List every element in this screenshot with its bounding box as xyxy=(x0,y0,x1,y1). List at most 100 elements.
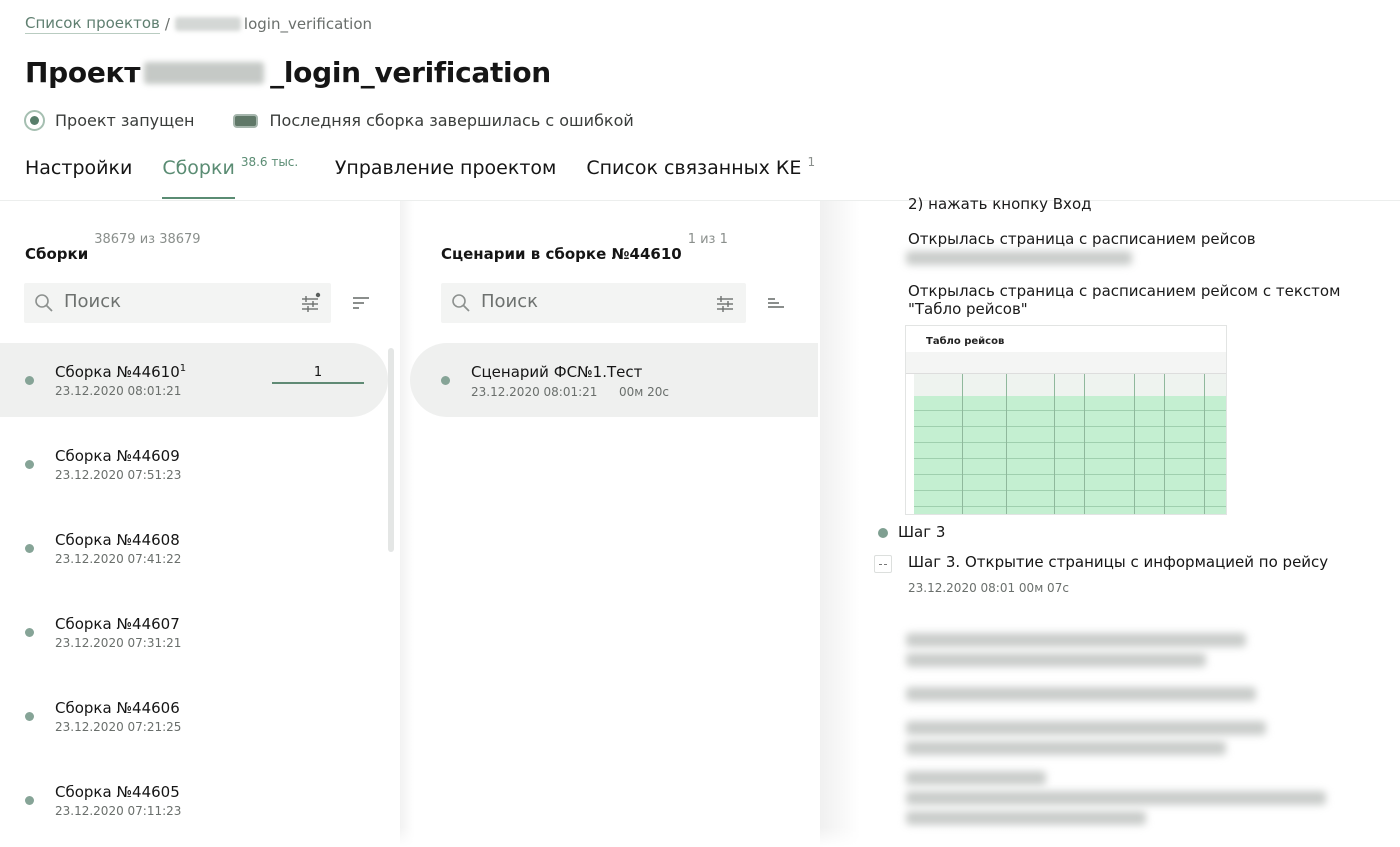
build-date: 23.12.2020 07:11:23 xyxy=(55,804,182,818)
steps-panel: 2) нажать кнопку Вход Открылась страница… xyxy=(870,195,1400,847)
build-title-text: Сборка №44610 xyxy=(55,363,180,381)
builds-search xyxy=(24,283,331,323)
scenario-title: Сценарий ФС№1.Тест xyxy=(471,363,643,381)
bottom-fade xyxy=(0,827,1400,847)
builds-search-input[interactable] xyxy=(64,291,264,312)
build-list-item[interactable]: Сборка №44606 23.12.2020 07:21:25 xyxy=(0,679,400,753)
screenshot-col-line xyxy=(1204,374,1205,514)
builds-header: Сборки 38679 из 38679 xyxy=(25,232,201,263)
scenarios-count: 1 из 1 xyxy=(687,232,728,247)
tab-label: Настройки xyxy=(25,157,133,179)
screenshot-row-line xyxy=(914,458,1226,459)
step-heading: Шаг 3. Открытие страницы с информацией п… xyxy=(908,553,1329,571)
page-title: Проект _login_verification xyxy=(25,56,551,89)
redacted-text xyxy=(906,687,1256,701)
screenshot-col-line xyxy=(1164,374,1165,514)
build-date: 23.12.2020 07:31:21 xyxy=(55,636,182,650)
build-date: 23.12.2020 07:21:25 xyxy=(55,720,182,734)
status-dot xyxy=(25,376,34,385)
scenario-list-item[interactable]: Сценарий ФС№1.Тест 23.12.2020 08:01:21 0… xyxy=(410,343,818,417)
screenshot-col-line xyxy=(1006,374,1007,514)
step-label: Шаг 3 xyxy=(898,523,946,541)
build-title: Сборка №44605 xyxy=(55,783,180,801)
screenshot-col-line xyxy=(1084,374,1085,514)
build-list-item[interactable]: Сборка №44605 23.12.2020 07:11:23 xyxy=(0,763,400,837)
screenshot-col-line xyxy=(1054,374,1055,514)
screenshot-col-line xyxy=(1134,374,1135,514)
status-dot xyxy=(25,544,34,553)
build-title: Сборка №446101 xyxy=(55,363,186,381)
redacted-text xyxy=(906,721,1266,735)
tab-badge: 1 xyxy=(807,155,816,169)
tab-linked-ke[interactable]: Список связанных КЕ 1 xyxy=(586,155,815,199)
builds-title: Сборки xyxy=(25,245,89,263)
sort-icon[interactable] xyxy=(350,293,372,313)
search-icon xyxy=(35,294,53,312)
step-line: "Табло рейсов" xyxy=(908,300,1028,318)
builds-panel: Сборки 38679 из 38679 Сборка №446101 23.… xyxy=(0,201,400,847)
tab-label: Управление проектом xyxy=(334,157,557,179)
redacted-text xyxy=(906,771,1046,785)
tabs: Настройки Сборки 38.6 тыс. Управление про… xyxy=(25,155,831,201)
tab-label: Список связанных КЕ xyxy=(586,157,802,179)
filter-icon[interactable] xyxy=(712,291,738,315)
running-status-icon xyxy=(24,110,45,131)
build-date: 23.12.2020 07:51:23 xyxy=(55,468,182,482)
screenshot-row-line xyxy=(914,426,1226,427)
breadcrumb-separator: / xyxy=(164,15,170,33)
status-last-build-text: Последняя сборка завершилась с ошибкой xyxy=(269,111,634,130)
tab-settings[interactable]: Настройки xyxy=(25,157,132,199)
redacted-text xyxy=(144,61,265,84)
build-date: 23.12.2020 08:01:21 xyxy=(55,384,182,398)
redacted-text xyxy=(174,17,241,31)
scenarios-header: Сценарии в сборке №44610 1 из 1 xyxy=(441,232,728,263)
scenario-duration: 00м 20с xyxy=(619,385,670,399)
scenarios-title: Сценарии в сборке №44610 xyxy=(441,245,682,263)
tab-project-management[interactable]: Управление проектом xyxy=(335,157,557,199)
screenshot-row-line xyxy=(914,442,1226,443)
step-line: Открылась страница с расписанием рейсов xyxy=(908,230,1256,248)
screenshot-table-header xyxy=(914,374,1226,396)
scenarios-panel: Сценарии в сборке №44610 1 из 1 Сценарий… xyxy=(410,201,820,847)
build-status-icon xyxy=(232,113,258,128)
tab-builds[interactable]: Сборки 38.6 тыс. xyxy=(162,155,298,199)
build-title: Сборка №44608 xyxy=(55,531,180,549)
step-screenshot-thumbnail[interactable]: Табло рейсов xyxy=(905,325,1227,515)
breadcrumb: Список проектов / login_verification xyxy=(25,14,372,34)
screenshot-row-line xyxy=(914,490,1226,491)
redacted-text xyxy=(906,633,1246,647)
column-divider xyxy=(820,201,860,847)
screenshot-col-line xyxy=(962,374,963,514)
breadcrumb-current: login_verification xyxy=(243,15,373,33)
step-meta: 23.12.2020 08:01 00м 07с xyxy=(908,581,1069,595)
status-row: Проект запущен Последняя сборка завершил… xyxy=(24,110,634,131)
tab-badge: 38.6 тыс. xyxy=(240,155,299,169)
build-title: Сборка №44606 xyxy=(55,699,180,717)
status-running-text: Проект запущен xyxy=(55,111,195,130)
build-list-item[interactable]: Сборка №44607 23.12.2020 07:31:21 xyxy=(0,595,400,669)
redacted-text xyxy=(906,741,1226,755)
scenarios-search-input[interactable] xyxy=(481,291,681,312)
expand-step-button[interactable] xyxy=(874,555,892,573)
screenshot-row-line xyxy=(914,474,1226,475)
scenarios-search xyxy=(441,283,746,323)
step-line: 2) нажать кнопку Вход xyxy=(908,195,1092,213)
builds-scrollbar[interactable] xyxy=(388,348,394,552)
build-progress: 1 xyxy=(272,365,364,384)
screenshot-row-line xyxy=(914,410,1226,411)
breadcrumb-projects-link[interactable]: Список проектов xyxy=(25,14,160,34)
redacted-text xyxy=(906,251,1132,265)
page-title-prefix: Проект xyxy=(25,56,141,89)
builds-count: 38679 из 38679 xyxy=(94,232,201,247)
step-line: Открылась страница с расписанием рейсом … xyxy=(908,282,1341,300)
status-dot xyxy=(25,712,34,721)
search-icon xyxy=(452,294,470,312)
redacted-text xyxy=(906,653,1206,667)
build-list-item[interactable]: Сборка №446101 23.12.2020 08:01:21 1 xyxy=(0,343,388,417)
sort-icon[interactable] xyxy=(765,293,787,313)
build-title: Сборка №44609 xyxy=(55,447,180,465)
build-sup: 1 xyxy=(179,363,187,374)
filter-icon[interactable] xyxy=(297,291,323,315)
build-list-item[interactable]: Сборка №44608 23.12.2020 07:41:22 xyxy=(0,511,400,585)
build-list-item[interactable]: Сборка №44609 23.12.2020 07:51:23 xyxy=(0,427,400,501)
